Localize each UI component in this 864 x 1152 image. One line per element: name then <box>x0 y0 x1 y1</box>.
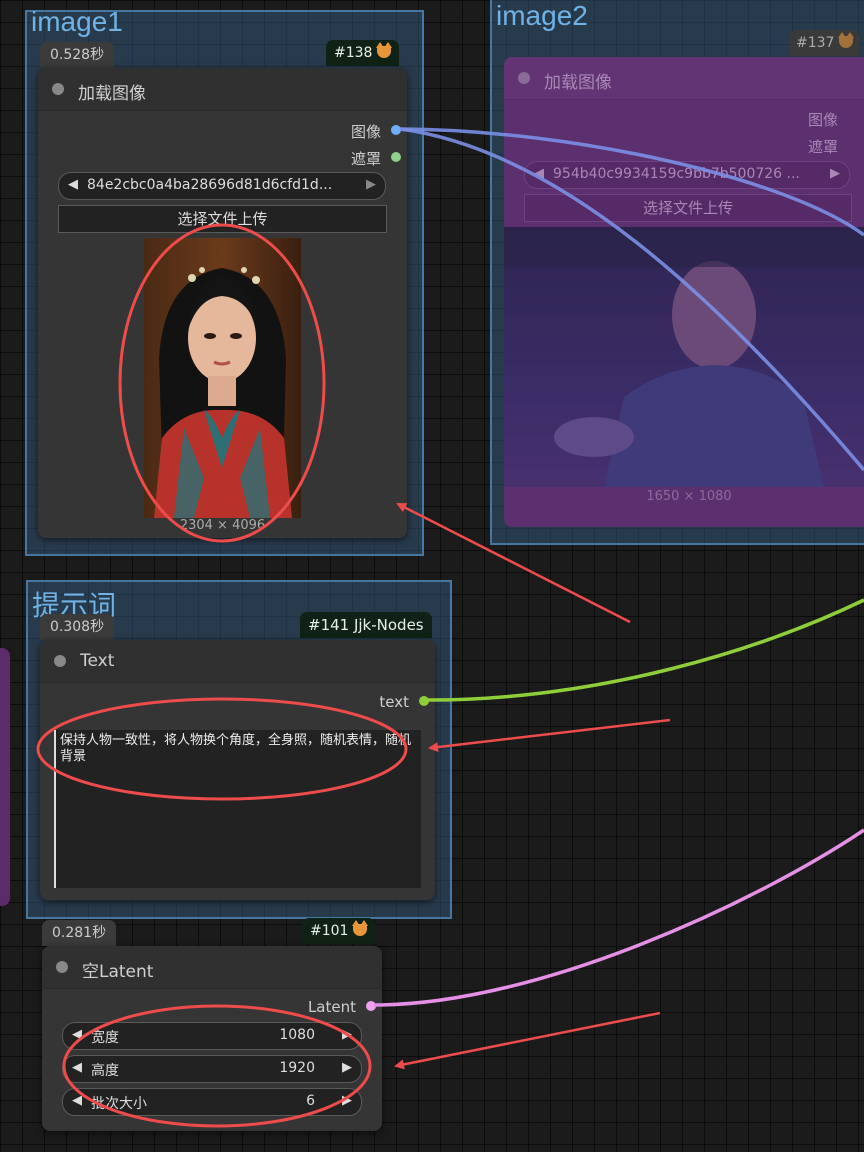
node-title: 加载图像 <box>544 73 612 93</box>
node-137-id: #137 <box>796 35 835 51</box>
image-file-combo[interactable]: ◀ 84e2cbc0a4ba28696d81d6cfd1d... ▶ <box>58 172 386 200</box>
output-text-slot[interactable] <box>419 696 429 706</box>
next-arrow-icon[interactable]: ▶ <box>830 166 840 181</box>
node-137-id-badge: #137 <box>790 30 860 56</box>
node-138-time-badge: 0.528秒 <box>40 42 115 68</box>
width-value: 1080 <box>279 1027 315 1043</box>
image-dimensions: 2304 × 4096 <box>179 518 266 533</box>
batch-size-value: 6 <box>306 1093 315 1109</box>
node-text-141[interactable]: Text text 保持人物一致性，将人物换个角度，全身照，随机表情，随机背景 <box>40 640 435 900</box>
group-title-image1: image1 <box>31 6 123 37</box>
height-value: 1920 <box>279 1060 315 1076</box>
output-image-label: 图像 <box>807 111 838 129</box>
link-text <box>427 598 864 702</box>
preview-image-portrait <box>144 238 301 518</box>
group-title-image2: image2 <box>496 0 588 31</box>
node-101-time-badge: 0.281秒 <box>42 920 117 946</box>
image-file-value: 84e2cbc0a4ba28696d81d6cfd1d... <box>87 177 333 193</box>
preview-image-man <box>504 227 864 487</box>
prompt-textarea[interactable]: 保持人物一致性，将人物换个角度，全身照，随机表情，随机背景 <box>54 730 421 888</box>
collapse-dot-icon[interactable] <box>52 83 64 95</box>
output-latent-label: Latent <box>307 998 356 1016</box>
node-header[interactable]: 空Latent <box>42 946 382 989</box>
node-138-id: #138 <box>334 45 373 61</box>
collapse-dot-icon[interactable] <box>518 72 530 84</box>
output-image-label: 图像 <box>350 123 381 141</box>
node-title: 空Latent <box>82 962 154 982</box>
increment-arrow-icon[interactable]: ▶ <box>342 1027 352 1042</box>
fox-icon <box>838 32 855 48</box>
decrement-arrow-icon[interactable]: ◀ <box>72 1093 82 1108</box>
node-title: Text <box>80 651 115 671</box>
decrement-arrow-icon[interactable]: ◀ <box>72 1027 82 1042</box>
batch-size-label: 批次大小 <box>91 1096 147 1112</box>
prev-arrow-icon[interactable]: ◀ <box>68 177 78 192</box>
height-widget[interactable]: ◀ 高度 1920 ▶ <box>62 1055 362 1083</box>
offscreen-node-fragment <box>0 648 10 906</box>
node-empty-latent-101[interactable]: 空Latent Latent ◀ 宽度 1080 ▶ ◀ 高度 1920 ▶ ◀… <box>42 946 382 1131</box>
next-arrow-icon[interactable]: ▶ <box>366 177 376 192</box>
node-141-time-badge: 0.308秒 <box>40 614 115 640</box>
collapse-dot-icon[interactable] <box>54 655 66 667</box>
prev-arrow-icon[interactable]: ◀ <box>534 166 544 181</box>
annotation-arrow-latent <box>394 1011 661 1070</box>
output-mask-label: 遮罩 <box>807 138 838 156</box>
node-header[interactable]: Text <box>40 640 435 683</box>
increment-arrow-icon[interactable]: ▶ <box>342 1060 352 1075</box>
upload-file-button[interactable]: 选择文件上传 <box>58 205 387 233</box>
man-drawing <box>504 227 864 487</box>
node-header[interactable]: 加载图像 <box>504 57 864 100</box>
image-file-combo[interactable]: ◀ 954b40c9934159c9bb7b500726 ... ▶ <box>524 161 850 189</box>
output-mask-label: 遮罩 <box>350 150 381 168</box>
node-load-image-138[interactable]: 加载图像 图像 遮罩 ◀ 84e2cbc0a4ba28696d81d6cfd1d… <box>38 68 407 538</box>
output-latent-slot[interactable] <box>366 1001 376 1011</box>
output-mask-slot[interactable] <box>391 152 401 162</box>
annotation-arrow-prompt <box>428 718 671 753</box>
decrement-arrow-icon[interactable]: ◀ <box>72 1060 82 1075</box>
node-141-id-badge: #141 Jjk-Nodes <box>300 612 432 638</box>
fox-icon <box>376 42 393 58</box>
image-file-value: 954b40c9934159c9bb7b500726 ... <box>553 166 800 182</box>
node-101-id: #101 <box>310 923 349 939</box>
output-text-label: text <box>379 693 409 711</box>
node-title: 加载图像 <box>78 84 146 104</box>
increment-arrow-icon[interactable]: ▶ <box>342 1093 352 1108</box>
output-image-slot[interactable] <box>391 125 401 135</box>
collapse-dot-icon[interactable] <box>56 961 68 973</box>
node-101-id-badge: #101 <box>302 918 376 944</box>
node-138-id-badge: #138 <box>326 40 400 66</box>
node-load-image-137[interactable]: 加载图像 图像 遮罩 ◀ 954b40c9934159c9bb7b500726 … <box>504 57 864 527</box>
image-dimensions: 1650 × 1080 <box>646 489 732 504</box>
portrait-drawing <box>154 267 292 518</box>
width-widget[interactable]: ◀ 宽度 1080 ▶ <box>62 1022 362 1050</box>
batch-size-widget[interactable]: ◀ 批次大小 6 ▶ <box>62 1088 362 1116</box>
node-header[interactable]: 加载图像 <box>38 68 407 111</box>
upload-file-button[interactable]: 选择文件上传 <box>524 194 852 222</box>
fox-icon <box>352 920 369 936</box>
